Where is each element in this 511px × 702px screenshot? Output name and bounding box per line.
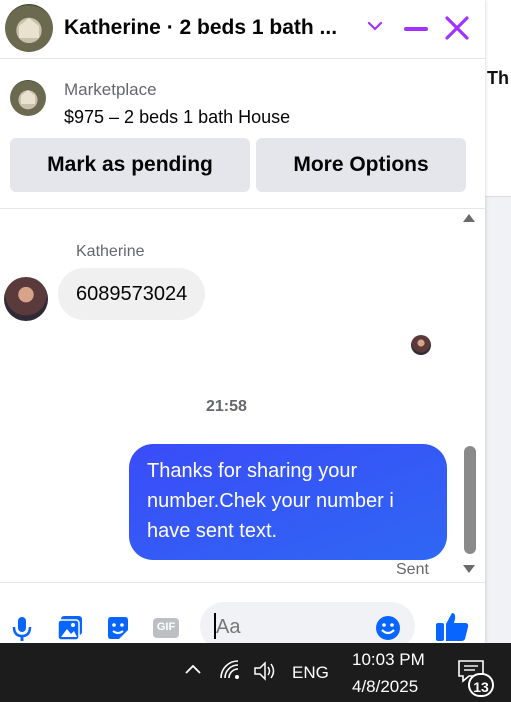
- chat-title[interactable]: Katherine · 2 beds 1 bath ...: [64, 16, 337, 40]
- chevron-down-icon[interactable]: [366, 18, 384, 34]
- listing-avatar[interactable]: [5, 4, 53, 52]
- like-icon[interactable]: [434, 610, 470, 643]
- divider: [0, 208, 485, 209]
- divider: [0, 582, 485, 583]
- marketplace-label: Marketplace: [64, 80, 157, 99]
- more-options-button[interactable]: More Options: [256, 138, 466, 192]
- marketplace-listing-thumbnail[interactable]: [10, 80, 46, 116]
- close-icon[interactable]: [441, 8, 473, 48]
- volume-icon[interactable]: [252, 660, 278, 682]
- scroll-up-arrow[interactable]: [463, 214, 475, 222]
- sender-name: Katherine: [76, 243, 145, 260]
- gif-label: GIF: [156, 621, 176, 633]
- wifi-icon[interactable]: [218, 658, 242, 682]
- microphone-icon[interactable]: [8, 614, 36, 642]
- show-hidden-icons-icon[interactable]: [183, 662, 203, 676]
- incoming-message-bubble[interactable]: 6089573024: [58, 268, 206, 320]
- message-input-placeholder: Aa: [216, 616, 241, 638]
- background-card: [485, 0, 511, 197]
- seen-indicator-avatar: [411, 335, 431, 355]
- notification-count-badge: 13: [468, 673, 494, 697]
- outgoing-message-bubble[interactable]: Thanks for sharing your number.Chek your…: [129, 444, 447, 560]
- scrollbar-thumb[interactable]: [464, 446, 476, 554]
- scroll-down-arrow[interactable]: [463, 565, 475, 573]
- listing-title[interactable]: $975 – 2 beds 1 bath House: [64, 107, 290, 128]
- input-language-indicator[interactable]: ENG: [292, 663, 329, 683]
- clock-date[interactable]: 4/8/2025: [352, 677, 418, 697]
- emoji-icon[interactable]: [374, 614, 402, 642]
- clock-time[interactable]: 10:03 PM: [352, 650, 425, 670]
- mark-as-pending-button[interactable]: Mark as pending: [10, 138, 250, 192]
- gif-icon[interactable]: GIF: [152, 614, 180, 642]
- message-status: Sent: [396, 561, 429, 578]
- message-timestamp: 21:58: [206, 398, 247, 415]
- sender-avatar[interactable]: [4, 277, 48, 321]
- photo-icon[interactable]: [56, 614, 84, 642]
- sticker-icon[interactable]: [104, 614, 132, 642]
- background-text-fragment: Th: [487, 68, 509, 88]
- minimize-icon[interactable]: [404, 27, 428, 31]
